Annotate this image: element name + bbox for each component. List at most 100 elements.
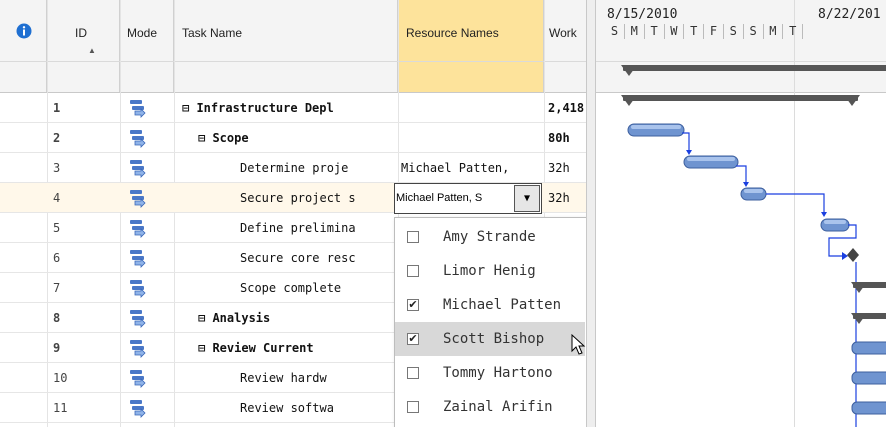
auto-scheduled-icon [130,370,146,388]
task-id: 6 [53,251,61,265]
resource-option-label: Amy Strande [443,229,536,245]
resource-names-cell[interactable]: Michael Patten, [398,153,544,183]
task-bar-highlight [687,157,735,161]
resource-names-header-label: Resource Names [406,26,499,40]
auto-scheduled-icon [130,130,146,148]
task-mode-cell[interactable] [120,153,174,183]
task-name-header-label: Task Name [182,26,243,40]
task-mode-cell[interactable] [120,303,174,333]
resource-option[interactable]: ✔ Michael Patten [395,288,585,322]
task-id: 8 [53,311,61,325]
resource-checkbox[interactable] [407,231,419,243]
summary-bar [623,65,886,71]
dependency-arrow [821,212,827,217]
task-mode-cell[interactable] [120,93,174,123]
resource-option[interactable]: Zainal Arifin [395,390,585,424]
task-name[interactable]: Secure project s [174,183,398,213]
task-name[interactable]: ⊟ Scope [174,123,398,153]
dependency-link [766,193,825,213]
task-bar [851,401,886,415]
resource-dropdown-list: Amy Strande Limor Henig ✔ Michael Patten ✔ Sc… [394,217,588,427]
resource-option[interactable]: Amy Strande [395,220,585,254]
task-name[interactable]: ⊟ Infrastructure Depl [174,93,398,123]
auto-scheduled-icon [130,250,146,268]
task-name[interactable]: Review softwa [174,393,398,423]
task-name[interactable]: Define prelimina [174,213,398,243]
auto-scheduled-icon [130,280,146,298]
task-bar-highlight [824,220,846,224]
task-mode-cell[interactable] [120,213,174,243]
resource-option-label: Scott Bishop [443,331,545,347]
table-row[interactable]: 2 ⊟ Scope 80h [0,123,596,153]
grid-gantt-splitter[interactable] [586,0,596,427]
auto-scheduled-icon [130,220,146,238]
task-id: 5 [53,221,61,235]
dropdown-toggle-button[interactable]: ▼ [514,185,540,212]
auto-scheduled-icon [130,310,146,328]
sort-ascending-icon: ▲ [88,46,96,55]
mouse-cursor-icon [571,334,586,355]
auto-scheduled-icon [130,340,146,358]
task-id: 3 [53,161,61,175]
auto-scheduled-icon [130,190,146,208]
resource-option[interactable]: Tommy Hartono [395,356,585,390]
task-mode-cell[interactable] [120,273,174,303]
info-icon [16,23,32,39]
resource-checkbox[interactable]: ✔ [407,333,419,345]
task-grid: ID ▲ Mode Task Name Resource Names Work … [0,0,596,427]
gantt-bars [621,65,886,427]
task-name[interactable]: ⊟ Review Current [174,333,398,363]
task-name[interactable]: Review hardw [174,363,398,393]
task-name[interactable]: ⊟ Analysis [174,303,398,333]
resource-names-cell[interactable] [398,93,544,123]
mode-header-label: Mode [127,26,158,40]
id-column-header[interactable]: ID ▲ [47,0,120,92]
table-row[interactable]: 1 ⊟ Infrastructure Depl 2,418 [0,93,596,123]
resource-checkbox[interactable] [407,265,419,277]
task-mode-cell[interactable] [120,243,174,273]
dependency-arrow [842,252,848,260]
info-column-header[interactable] [0,0,47,92]
resource-checkbox[interactable] [407,401,419,413]
resource-names-column-header[interactable]: Resource Names [398,0,544,92]
resource-option-label: Tommy Hartono [443,365,553,381]
task-bar [851,371,886,385]
task-name[interactable]: Secure core resc [174,243,398,273]
task-bar [851,341,886,355]
task-id: 10 [53,371,68,385]
auto-scheduled-icon [130,100,146,118]
mode-column-header[interactable]: Mode [120,0,174,92]
resource-option[interactable]: Limor Henig [395,254,585,288]
task-bar-highlight [631,125,681,129]
task-id: 2 [53,131,61,145]
resource-names-editor[interactable]: Michael Patten, S ▼ [394,183,542,214]
gantt-chart: 8/15/2010 8/22/201 SMTWTFSSMT [596,0,886,427]
table-row[interactable]: 3 Determine proje Michael Patten, 32h [0,153,596,183]
milestone-marker [847,248,859,262]
task-id: 1 [53,101,61,115]
dependency-arrow [743,182,749,187]
task-id: 7 [53,281,61,295]
task-mode-cell[interactable] [120,363,174,393]
dependency-link [736,165,747,183]
work-header-label: Work [549,26,577,40]
task-mode-cell[interactable] [120,333,174,363]
resource-checkbox[interactable]: ✔ [407,299,419,311]
dependency-arrow [686,150,692,155]
task-mode-cell[interactable] [120,123,174,153]
task-mode-cell[interactable] [120,393,174,423]
task-id: 11 [53,401,68,415]
resource-checkbox[interactable] [407,367,419,379]
id-header-label: ID [75,26,87,40]
auto-scheduled-icon [130,160,146,178]
task-name-column-header[interactable]: Task Name [174,0,398,92]
resource-option[interactable]: ✔ Scott Bishop [395,322,585,356]
resource-names-cell[interactable] [398,123,544,153]
task-mode-cell[interactable] [120,183,174,213]
task-name[interactable]: Scope complete [174,273,398,303]
resource-names-input[interactable]: Michael Patten, S [396,184,506,213]
dependency-link [682,132,690,152]
resource-option-label: Zainal Arifin [443,399,553,415]
resource-option-label: Michael Patten [443,297,562,313]
task-name[interactable]: Determine proje [174,153,398,183]
